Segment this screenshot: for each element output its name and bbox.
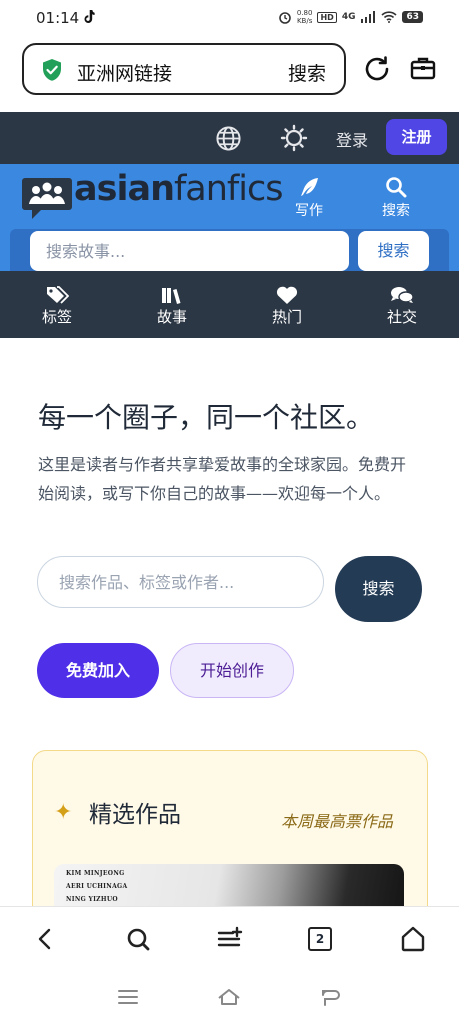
search-icon[interactable] xyxy=(124,925,152,953)
search-nav-button[interactable]: 搜索 xyxy=(373,176,419,220)
featured-subtitle: 本周最高票作品 xyxy=(281,812,394,831)
battery-icon: 63 xyxy=(402,11,423,23)
signal-icon xyxy=(361,11,376,23)
site-logo-text[interactable]: asianfanfics xyxy=(74,169,283,209)
nav-tags[interactable]: 标签 xyxy=(27,285,87,327)
logo-readers-icon[interactable] xyxy=(21,172,73,220)
cover-name: AERI UCHINAGA xyxy=(66,883,128,890)
heart-icon xyxy=(276,286,298,304)
alarm-icon xyxy=(279,12,291,24)
cover-name: NING YIZHUO xyxy=(66,896,118,903)
toolbox-icon[interactable] xyxy=(409,54,437,82)
wifi-icon xyxy=(381,11,398,23)
site-search-input[interactable] xyxy=(30,231,349,271)
login-link[interactable]: 登录 xyxy=(336,127,368,151)
recents-menu-icon[interactable] xyxy=(116,985,140,1009)
back-icon[interactable] xyxy=(31,925,59,953)
tiktok-icon xyxy=(84,10,95,23)
globe-icon[interactable] xyxy=(215,125,242,152)
comments-icon xyxy=(391,287,414,303)
nav-stories[interactable]: 故事 xyxy=(142,285,202,327)
site-search-button[interactable]: 搜索 xyxy=(358,231,429,271)
home-icon[interactable] xyxy=(399,925,427,953)
tags-icon xyxy=(47,286,69,304)
hd-badge: HD xyxy=(317,11,337,23)
hero-description: 这里是读者与作者共享挚爱故事的全球家园。免费开始阅读，或写下你自己的故事——欢迎… xyxy=(38,455,407,503)
status-icons: 0.80 KB/s HD 4G 63 xyxy=(278,9,423,25)
network-type: 4G xyxy=(341,12,356,22)
search-icon xyxy=(386,177,407,198)
nav-popular[interactable]: 热门 xyxy=(257,285,317,327)
books-icon xyxy=(162,288,181,304)
write-nav-button[interactable]: 写作 xyxy=(286,176,332,220)
reload-icon[interactable] xyxy=(362,54,392,84)
url-search-button[interactable]: 搜索 xyxy=(288,59,326,86)
address-bar[interactable]: 亚洲网链接 搜索 xyxy=(22,43,346,95)
featured-title: 精选作品 xyxy=(89,802,181,828)
menu-add-icon[interactable] xyxy=(216,925,244,953)
feather-icon xyxy=(301,178,318,196)
join-free-button[interactable]: 免费加入 xyxy=(37,643,159,698)
url-text[interactable]: 亚洲网链接 xyxy=(77,59,172,86)
shield-check-icon xyxy=(43,59,61,81)
theme-sun-icon[interactable] xyxy=(280,124,308,152)
hero-search-input[interactable] xyxy=(37,556,324,608)
home-nav-icon[interactable] xyxy=(217,985,241,1009)
network-speed: 0.80 KB/s xyxy=(296,9,313,25)
status-bar: 01:14 0.80 KB/s HD 4G 63 xyxy=(0,0,459,36)
back-nav-icon[interactable] xyxy=(319,985,343,1009)
nav-social[interactable]: 社交 xyxy=(372,285,432,327)
hero-search-button[interactable]: 搜索 xyxy=(335,556,422,622)
sparkle-icon: ✦ xyxy=(54,800,73,825)
start-writing-button[interactable]: 开始创作 xyxy=(170,643,294,698)
register-button[interactable]: 注册 xyxy=(386,119,447,155)
cover-name: KIM MINJEONG xyxy=(66,870,125,877)
tabs-count-button[interactable]: 2 xyxy=(308,927,332,951)
status-time: 01:14 xyxy=(36,9,80,27)
hero-title: 每一个圈子，同一个社区。 xyxy=(38,401,375,434)
